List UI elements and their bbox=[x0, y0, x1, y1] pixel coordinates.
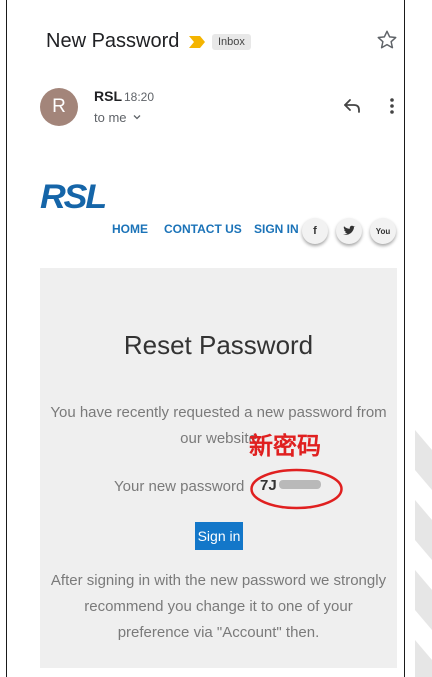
reply-icon[interactable] bbox=[342, 96, 362, 116]
more-options-icon[interactable] bbox=[382, 96, 402, 116]
password-label: Your new password bbox=[114, 478, 245, 495]
inbox-label-chip[interactable]: Inbox bbox=[212, 34, 251, 50]
chevron-down-icon bbox=[133, 115, 141, 120]
recipient-details-toggle[interactable]: to me bbox=[94, 110, 141, 125]
sender-name: RSL bbox=[94, 88, 122, 104]
nav-home-link[interactable]: HOME bbox=[112, 222, 148, 236]
nav-contact-link[interactable]: CONTACT US bbox=[164, 222, 242, 236]
annotation-new-password-text: 新密码 bbox=[249, 432, 321, 460]
twitter-bird-glyph bbox=[343, 225, 356, 235]
facebook-icon[interactable]: f bbox=[302, 218, 328, 244]
rsl-logo[interactable]: RSL bbox=[40, 178, 107, 217]
subject-row: New Password Inbox bbox=[46, 30, 404, 56]
annotation-ellipse bbox=[250, 468, 343, 510]
screen-edge-left bbox=[6, 0, 7, 677]
youtube-glyph: You bbox=[375, 226, 391, 236]
email-time: 18:20 bbox=[124, 90, 155, 104]
recipient-text: to me bbox=[94, 110, 127, 125]
nav-signin-link[interactable]: SIGN IN bbox=[254, 222, 299, 236]
important-marker-icon[interactable] bbox=[188, 35, 206, 49]
screen: New Password Inbox R RSL 18:20 to me RSL… bbox=[0, 0, 432, 677]
requested-text-line2: our website bbox=[180, 430, 257, 447]
youtube-icon[interactable]: You bbox=[370, 218, 396, 244]
card-title: Reset Password bbox=[123, 330, 314, 360]
facebook-glyph: f bbox=[313, 225, 317, 237]
sender-row: R RSL 18:20 to me bbox=[40, 86, 404, 130]
email-subject: New Password bbox=[46, 30, 180, 52]
sender-avatar[interactable]: R bbox=[40, 88, 78, 126]
star-icon[interactable] bbox=[376, 29, 398, 51]
background-stripes bbox=[415, 430, 432, 677]
after-text-line2: recommend you change it to one of your bbox=[84, 598, 353, 615]
after-text-line3: preference via "Account" then. bbox=[117, 624, 320, 641]
requested-text-line1: You have recently requested a new passwo… bbox=[50, 404, 387, 421]
after-text-line1: After signing in with the new password w… bbox=[50, 572, 387, 589]
sign-in-button[interactable]: Sign in bbox=[195, 522, 243, 550]
twitter-icon[interactable] bbox=[336, 218, 362, 244]
